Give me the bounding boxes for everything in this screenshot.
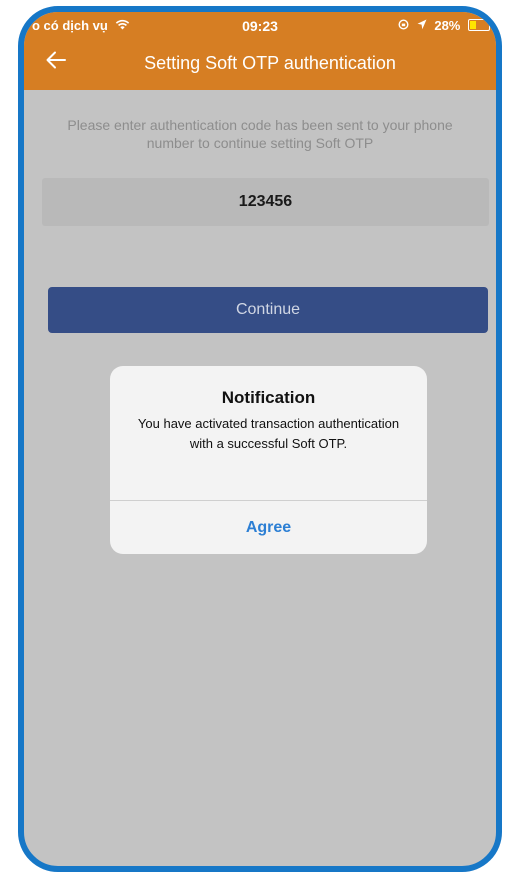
location-arrow-icon: [417, 18, 431, 33]
nav-bar: Setting Soft OTP authentication: [24, 38, 496, 90]
agree-button[interactable]: Agree: [110, 501, 427, 554]
authentication-code-field[interactable]: 123456: [42, 178, 489, 226]
rotation-lock-icon: [398, 18, 413, 33]
main-content: Please enter authentication code has bee…: [24, 90, 496, 866]
status-right: 28%: [394, 18, 490, 33]
dialog-title: Notification: [221, 388, 316, 407]
phone-frame: o có dịch vụ 09:23 28% Setting Soft OTP …: [18, 6, 502, 872]
arrow-left-icon[interactable]: [46, 48, 66, 76]
notification-dialog: Notification You have activated transact…: [110, 366, 427, 554]
battery-percent: 28%: [434, 18, 461, 33]
dialog-message: You have activated transaction authentic…: [137, 416, 400, 451]
status-bar: o có dịch vụ 09:23 28%: [24, 12, 496, 38]
page-title: Setting Soft OTP authentication: [144, 53, 396, 73]
continue-button[interactable]: Continue: [48, 287, 488, 333]
battery-charging-icon: [468, 19, 490, 31]
instruction-text: Please enter authentication code has bee…: [67, 117, 453, 151]
